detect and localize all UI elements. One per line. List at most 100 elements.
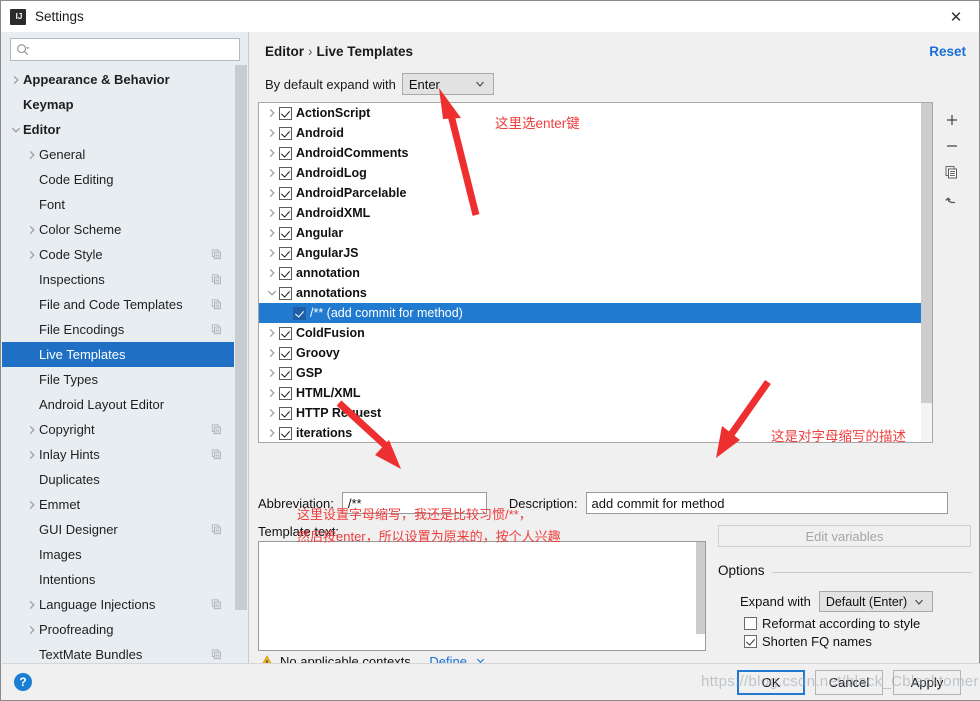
template-tree-row[interactable]: HTTP Request — [259, 403, 932, 423]
template-checkbox[interactable] — [279, 166, 292, 180]
template-checkbox[interactable] — [279, 406, 292, 420]
chevron-right-icon[interactable] — [24, 492, 39, 517]
chevron-right-icon[interactable] — [265, 103, 279, 123]
chevron-right-icon[interactable] — [265, 403, 279, 423]
reset-link[interactable]: Reset — [929, 44, 966, 59]
chevron-right-icon[interactable] — [265, 343, 279, 363]
sidebar-item-gui-designer[interactable]: GUI Designer — [2, 517, 234, 542]
template-checkbox[interactable] — [279, 386, 292, 400]
template-text-scrollbar-thumb[interactable] — [696, 542, 705, 634]
chevron-right-icon[interactable] — [265, 243, 279, 263]
chevron-right-icon[interactable] — [265, 263, 279, 283]
reformat-option-row[interactable]: Reformat according to style — [744, 616, 920, 631]
template-tree-row[interactable]: annotations — [259, 283, 932, 303]
search-box[interactable] — [10, 38, 240, 61]
reformat-checkbox[interactable] — [744, 617, 757, 630]
search-input[interactable] — [33, 41, 233, 58]
templates-scrollbar[interactable] — [921, 103, 932, 442]
chevron-right-icon[interactable] — [265, 423, 279, 442]
template-checkbox[interactable] — [279, 326, 292, 340]
chevron-right-icon[interactable] — [265, 203, 279, 223]
template-checkbox[interactable] — [279, 266, 292, 280]
chevron-right-icon[interactable] — [265, 123, 279, 143]
chevron-down-icon[interactable] — [265, 283, 279, 303]
chevron-right-icon[interactable] — [265, 223, 279, 243]
breadcrumb-parent[interactable]: Editor — [265, 44, 304, 59]
template-checkbox[interactable] — [279, 106, 292, 120]
template-checkbox[interactable] — [279, 226, 292, 240]
chevron-right-icon[interactable] — [24, 142, 39, 167]
template-tree-row[interactable]: annotation — [259, 263, 932, 283]
template-tree-row[interactable]: iterations — [259, 423, 932, 442]
template-tree-row[interactable]: AndroidXML — [259, 203, 932, 223]
chevron-down-icon[interactable] — [8, 117, 23, 142]
sidebar-scrollbar[interactable] — [234, 65, 248, 665]
template-checkbox[interactable] — [279, 146, 292, 160]
shorten-checkbox[interactable] — [744, 635, 757, 648]
chevron-right-icon[interactable] — [265, 323, 279, 343]
help-icon[interactable]: ? — [14, 673, 32, 691]
template-tree-row[interactable]: Groovy — [259, 343, 932, 363]
chevron-right-icon[interactable] — [265, 163, 279, 183]
sidebar-item-color-scheme[interactable]: Color Scheme — [2, 217, 234, 242]
sidebar-item-proofreading[interactable]: Proofreading — [2, 617, 234, 642]
template-tree-row[interactable]: GSP — [259, 363, 932, 383]
sidebar-item-live-templates[interactable]: Live Templates — [2, 342, 234, 367]
template-checkbox[interactable] — [279, 186, 292, 200]
chevron-right-icon[interactable] — [24, 592, 39, 617]
sidebar-scrollbar-thumb[interactable] — [235, 65, 247, 610]
abbreviation-input[interactable]: /** — [341, 492, 487, 514]
template-tree-row[interactable]: ColdFusion — [259, 323, 932, 343]
sidebar-item-emmet[interactable]: Emmet — [2, 492, 234, 517]
template-tree-row[interactable]: AndroidParcelable — [259, 183, 932, 203]
sidebar-item-keymap[interactable]: Keymap — [2, 92, 234, 117]
sidebar-item-inspections[interactable]: Inspections — [2, 267, 234, 292]
template-tree-row[interactable]: AndroidLog — [259, 163, 932, 183]
sidebar-item-general[interactable]: General — [2, 142, 234, 167]
sidebar-item-code-editing[interactable]: Code Editing — [2, 167, 234, 192]
chevron-right-icon[interactable] — [24, 217, 39, 242]
chevron-right-icon[interactable] — [24, 617, 39, 642]
template-checkbox[interactable] — [279, 426, 292, 440]
sidebar-item-file-and-code-templates[interactable]: File and Code Templates — [2, 292, 234, 317]
template-checkbox[interactable] — [279, 206, 292, 220]
chevron-right-icon[interactable] — [24, 417, 39, 442]
shorten-option-row[interactable]: Shorten FQ names — [744, 634, 872, 649]
ok-button[interactable]: OK — [737, 670, 805, 695]
apply-button[interactable]: Apply — [893, 670, 961, 695]
cancel-button[interactable]: Cancel — [815, 670, 883, 695]
template-tree-row[interactable]: AngularJS — [259, 243, 932, 263]
sidebar-item-editor[interactable]: Editor — [2, 117, 234, 142]
template-checkbox[interactable] — [293, 306, 306, 320]
sidebar-item-code-style[interactable]: Code Style — [2, 242, 234, 267]
remove-icon[interactable] — [939, 133, 965, 159]
chevron-right-icon[interactable] — [265, 143, 279, 163]
sidebar-item-inlay-hints[interactable]: Inlay Hints — [2, 442, 234, 467]
sidebar-item-appearance-behavior[interactable]: Appearance & Behavior — [2, 67, 234, 92]
template-checkbox[interactable] — [279, 346, 292, 360]
template-tree-row[interactable]: Android — [259, 123, 932, 143]
template-checkbox[interactable] — [279, 286, 292, 300]
revert-icon[interactable] — [939, 185, 965, 211]
sidebar-item-language-injections[interactable]: Language Injections — [2, 592, 234, 617]
live-templates-tree[interactable]: ActionScript Android AndroidComments Androi… — [258, 102, 933, 443]
options-expand-select[interactable]: Default (Enter) — [818, 591, 933, 612]
sidebar-item-copyright[interactable]: Copyright — [2, 417, 234, 442]
sidebar-item-file-encodings[interactable]: File Encodings — [2, 317, 234, 342]
sidebar-item-font[interactable]: Font — [2, 192, 234, 217]
templates-scrollbar-thumb[interactable] — [921, 103, 932, 403]
sidebar-item-file-types[interactable]: File Types — [2, 367, 234, 392]
sidebar-item-android-layout-editor[interactable]: Android Layout Editor — [2, 392, 234, 417]
chevron-right-icon[interactable] — [24, 442, 39, 467]
default-expand-select[interactable]: Enter — [401, 73, 494, 95]
close-icon[interactable]: ✕ — [933, 1, 979, 32]
description-input[interactable]: add commit for method — [585, 492, 948, 514]
template-tree-row[interactable]: Angular — [259, 223, 932, 243]
sidebar-item-intentions[interactable]: Intentions — [2, 567, 234, 592]
sidebar-item-images[interactable]: Images — [2, 542, 234, 567]
template-text-area[interactable] — [258, 541, 706, 651]
template-tree-row[interactable]: AndroidComments — [259, 143, 932, 163]
chevron-right-icon[interactable] — [265, 183, 279, 203]
template-checkbox[interactable] — [279, 246, 292, 260]
chevron-right-icon[interactable] — [265, 363, 279, 383]
